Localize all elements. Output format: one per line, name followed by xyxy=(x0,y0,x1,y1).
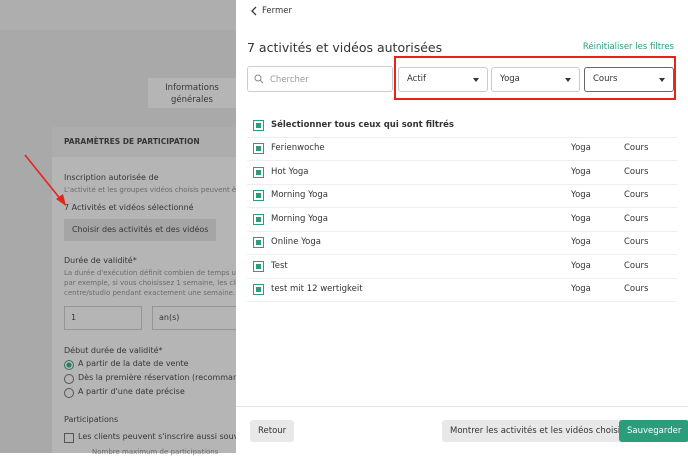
item-checkbox[interactable] xyxy=(253,143,264,154)
list-item[interactable]: Hot Yoga Yoga Cours xyxy=(247,161,677,185)
list-item[interactable]: test mit 12 wertigkeit Yoga Cours xyxy=(247,278,677,302)
item-name: Hot Yoga xyxy=(271,166,309,177)
item-type: Cours xyxy=(624,190,649,200)
search-box[interactable] xyxy=(247,66,393,92)
item-name: Online Yoga xyxy=(271,237,321,247)
chevron-left-icon xyxy=(251,6,257,16)
item-category: Yoga xyxy=(571,284,591,294)
chevron-down-icon xyxy=(659,78,665,82)
item-category: Yoga xyxy=(571,237,591,247)
item-type: Cours xyxy=(624,284,649,294)
reset-filters-link[interactable]: Réinitialiser les filtres xyxy=(583,42,674,52)
panel-footer: Retour Montrer les activités et les vidé… xyxy=(236,406,688,454)
red-arrow-annotation xyxy=(24,154,66,206)
category-filter-select[interactable]: Yoga xyxy=(491,67,580,92)
select-all-row[interactable]: Sélectionner tous ceux qui sont filtrés xyxy=(247,114,677,138)
status-filter-value: Actif xyxy=(407,74,427,84)
list-item[interactable]: Test Yoga Cours xyxy=(247,255,677,279)
list-item[interactable]: Morning Yoga Yoga Cours xyxy=(247,208,677,232)
item-category: Yoga xyxy=(571,260,591,271)
item-checkbox[interactable] xyxy=(253,166,264,178)
select-all-checkbox[interactable] xyxy=(253,120,264,131)
close-button[interactable]: Fermer xyxy=(250,6,292,16)
item-category: Yoga xyxy=(571,143,591,153)
list-item[interactable]: Online Yoga Yoga Cours xyxy=(247,231,677,255)
search-icon xyxy=(254,74,264,84)
chevron-down-icon xyxy=(473,78,479,82)
type-filter-select[interactable]: Cours xyxy=(584,67,674,92)
item-name: Morning Yoga xyxy=(271,213,328,224)
item-checkbox[interactable] xyxy=(253,260,264,272)
item-type: Cours xyxy=(624,213,649,224)
item-type: Cours xyxy=(624,166,649,177)
item-category: Yoga xyxy=(571,190,591,200)
item-checkbox[interactable] xyxy=(253,190,264,201)
item-type: Cours xyxy=(624,237,649,247)
back-button[interactable]: Retour xyxy=(250,420,295,442)
item-name: Morning Yoga xyxy=(271,190,328,200)
item-checkbox[interactable] xyxy=(253,213,264,225)
item-type: Cours xyxy=(624,260,649,271)
item-checkbox[interactable] xyxy=(253,237,264,248)
chevron-down-icon xyxy=(565,78,571,82)
search-input[interactable] xyxy=(268,70,392,90)
status-filter-select[interactable]: Actif xyxy=(398,67,488,92)
type-filter-value: Cours xyxy=(593,74,618,84)
save-button[interactable]: Sauvegarder xyxy=(619,420,688,442)
item-checkbox[interactable] xyxy=(253,284,264,295)
close-label: Fermer xyxy=(262,6,293,16)
item-name: test mit 12 wertigkeit xyxy=(271,284,363,294)
item-type: Cours xyxy=(624,143,649,153)
item-name: Test xyxy=(271,260,288,271)
panel-title: 7 activités et vidéos autorisées xyxy=(247,40,443,55)
item-category: Yoga xyxy=(571,166,591,177)
select-all-label: Sélectionner tous ceux qui sont filtrés xyxy=(271,120,454,130)
item-category: Yoga xyxy=(571,213,591,224)
list-item[interactable]: Ferienwoche Yoga Cours xyxy=(247,137,677,161)
show-chosen-button[interactable]: Montrer les activités et les vidéos choi… xyxy=(442,420,638,442)
activity-selection-panel: Fermer 7 activités et vidéos autorisées … xyxy=(236,0,688,453)
item-name: Ferienwoche xyxy=(271,143,325,153)
list-item[interactable]: Morning Yoga Yoga Cours xyxy=(247,184,677,208)
category-filter-value: Yoga xyxy=(500,74,520,84)
